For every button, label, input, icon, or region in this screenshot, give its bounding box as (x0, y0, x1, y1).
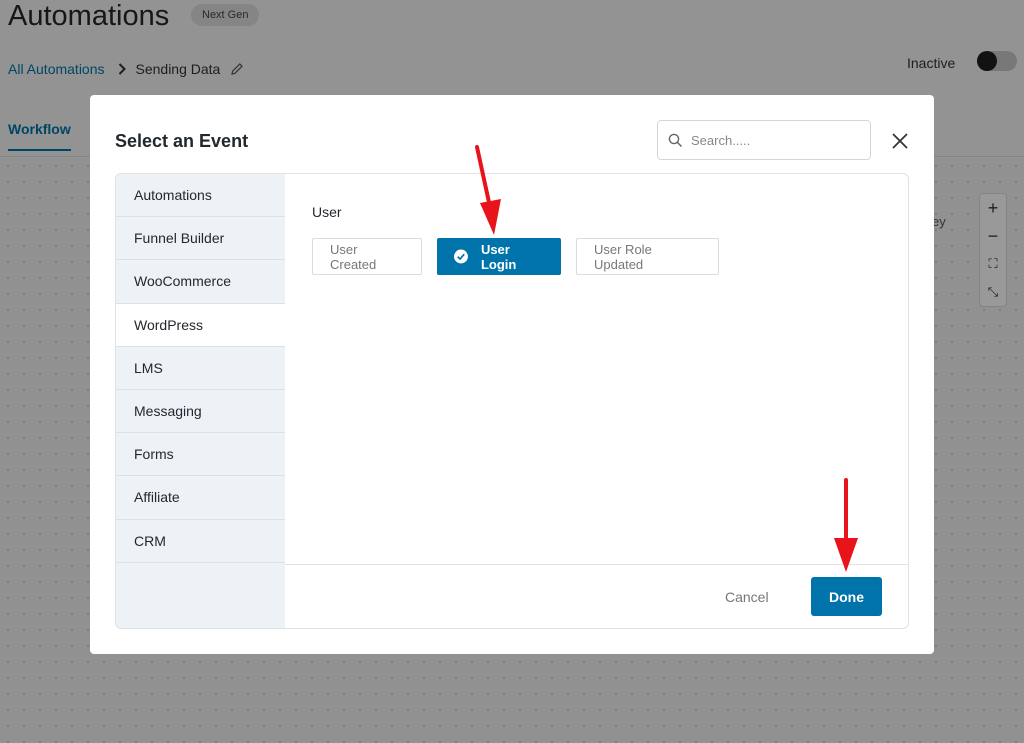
annotation-arrow-icon (475, 145, 501, 235)
category-sidebar: Automations Funnel Builder WooCommerce W… (116, 174, 285, 628)
sidebar-item-forms[interactable]: Forms (116, 433, 285, 477)
close-icon[interactable] (889, 130, 911, 152)
sidebar-item-funnel-builder[interactable]: Funnel Builder (116, 217, 285, 261)
sidebar-item-woocommerce[interactable]: WooCommerce (116, 260, 285, 304)
event-user-created[interactable]: User Created (312, 238, 422, 275)
event-options: User Created User Login User Role Update… (312, 238, 719, 275)
modal-body: Automations Funnel Builder WooCommerce W… (115, 173, 909, 629)
sidebar-item-lms[interactable]: LMS (116, 347, 285, 390)
sidebar-item-crm[interactable]: CRM (116, 520, 285, 563)
event-user-login[interactable]: User Login (437, 238, 561, 275)
sidebar-item-automations[interactable]: Automations (116, 174, 285, 218)
event-label: User Created (330, 241, 377, 272)
sidebar-item-messaging[interactable]: Messaging (116, 390, 285, 434)
select-event-modal: Select an Event Automations Funnel Build… (90, 95, 934, 654)
event-group-label: User (312, 204, 342, 220)
event-label: User Login (480, 241, 517, 272)
search-box (657, 120, 871, 160)
event-label: User Role Updated (594, 241, 652, 272)
done-button[interactable]: Done (811, 577, 882, 616)
modal-title: Select an Event (115, 131, 249, 151)
sidebar-item-affiliate[interactable]: Affiliate (116, 476, 285, 520)
check-circle-icon (454, 249, 468, 264)
event-content: User User Created User Login User Role U… (285, 174, 908, 628)
annotation-arrow-icon (834, 478, 858, 572)
event-user-role-updated[interactable]: User Role Updated (576, 238, 719, 275)
sidebar-item-wordpress[interactable]: WordPress (116, 303, 285, 347)
cancel-button[interactable]: Cancel (725, 589, 769, 605)
search-icon (668, 133, 683, 147)
modal-footer: Cancel Done (285, 564, 908, 628)
search-input[interactable] (691, 132, 861, 148)
